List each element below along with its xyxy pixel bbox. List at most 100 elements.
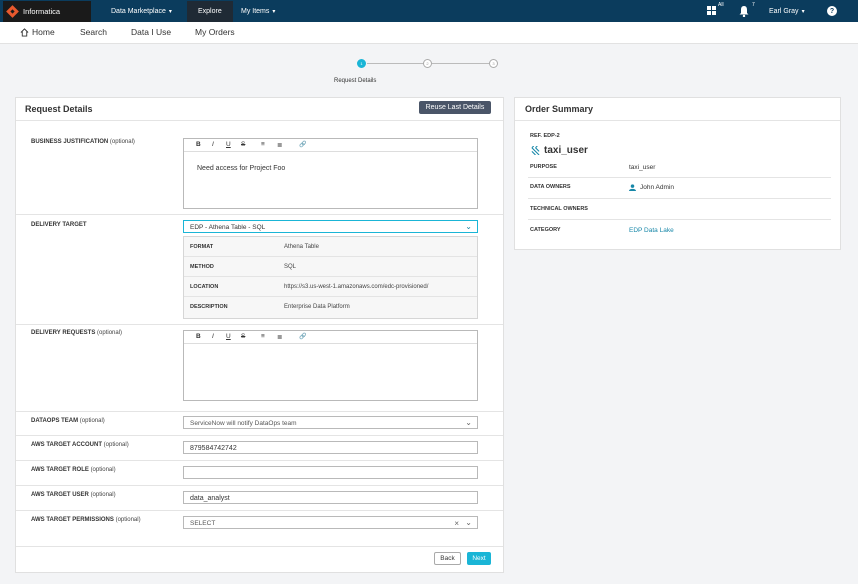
optional-tag: (optional) <box>97 330 123 336</box>
dataops-team-label: DATAOPS TEAM (optional) <box>31 418 105 424</box>
data-i-use-link[interactable]: Data I Use <box>131 27 171 37</box>
detail-key: FORMAT <box>190 244 214 250</box>
business-justification-editor[interactable]: B I U S ≡ ≣ 🔗 Need access for Project Fo… <box>183 138 478 209</box>
bold-button[interactable]: B <box>196 333 201 340</box>
help-icon[interactable]: ? <box>827 6 837 16</box>
chevron-down-icon: ▾ <box>272 9 276 15</box>
dataops-team-label-text: DATAOPS TEAM <box>31 418 79 424</box>
delivery-target-select[interactable]: EDP - Athena Table - SQL ⌄ <box>183 220 478 233</box>
dataops-team-value: ServiceNow will notify DataOps team <box>190 420 297 427</box>
data-owner-name: John Admin <box>640 184 674 191</box>
detail-row: METHOD SQL <box>184 257 477 277</box>
aws-target-account-label-text: AWS TARGET ACCOUNT <box>31 442 102 448</box>
delivery-requests-label-text: DELIVERY REQUESTS <box>31 330 96 336</box>
data-owner-link[interactable]: John Admin <box>629 184 674 191</box>
stepper-line <box>432 63 489 64</box>
nav-data-marketplace-label: Data Marketplace <box>111 8 166 15</box>
stepper-line <box>367 63 424 64</box>
order-reference: REF. EDP-2 <box>530 133 560 139</box>
chevron-down-icon: ▾ <box>801 9 805 15</box>
ordered-list-button[interactable]: ≡ <box>261 333 265 340</box>
nav-my-items[interactable]: My Items ▾ <box>241 1 275 22</box>
delivery-requests-editor[interactable]: B I U S ≡ ≣ 🔗 <box>183 330 478 401</box>
delivery-target-label: DELIVERY TARGET <box>31 222 87 228</box>
nav-my-items-label: My Items <box>241 8 270 15</box>
business-justification-text: Need access for Project Foo <box>197 165 286 172</box>
clear-icon[interactable]: × <box>454 519 459 528</box>
reuse-last-details-button[interactable]: Reuse Last Details <box>419 101 491 114</box>
dataops-team-select[interactable]: ServiceNow will notify DataOps team ⌄ <box>183 416 478 429</box>
detail-key: LOCATION <box>190 284 219 290</box>
order-summary-title: Order Summary <box>525 104 594 114</box>
search-link[interactable]: Search <box>80 27 107 37</box>
aws-target-permissions-value: SELECT <box>190 520 216 527</box>
underline-button[interactable]: U <box>226 141 231 148</box>
user-menu[interactable]: Earl Gray ▾ <box>769 1 805 22</box>
bullet-list-button[interactable]: ≣ <box>277 333 282 341</box>
italic-button[interactable]: I <box>212 141 214 148</box>
step-3[interactable]: 3 <box>489 59 498 68</box>
top-navigation-bar: Informatica Data Marketplace ▾ Explore M… <box>0 0 858 22</box>
step-2[interactable]: 2 <box>423 59 432 68</box>
home-link[interactable]: Home <box>20 27 55 37</box>
divider <box>16 485 503 486</box>
aws-target-user-label-text: AWS TARGET USER <box>31 492 89 498</box>
detail-value: https://s3.us-west-1.amazonaws.com/edc-p… <box>284 284 429 290</box>
optional-tag: (optional) <box>103 442 129 448</box>
chevron-down-icon: ▾ <box>168 9 172 15</box>
ordered-list-button[interactable]: ≡ <box>261 141 265 148</box>
home-label: Home <box>32 27 55 37</box>
chevron-down-icon: ⌄ <box>465 418 472 427</box>
order-name-text: taxi_user <box>544 145 588 156</box>
delivery-target-details: FORMAT Athena Table METHOD SQL LOCATION … <box>183 236 478 319</box>
optional-tag: (optional) <box>90 492 116 498</box>
category-link[interactable]: EDP Data Lake <box>629 227 674 234</box>
divider <box>16 411 503 412</box>
divider <box>16 214 503 215</box>
divider <box>528 219 831 220</box>
aws-target-account-value: 879584742742 <box>190 445 237 452</box>
purpose-label: PURPOSE <box>530 164 557 170</box>
optional-tag: (optional) <box>90 467 116 473</box>
aws-target-user-input[interactable]: data_analyst <box>183 491 478 504</box>
asset-filter-icon[interactable] <box>707 6 717 19</box>
notification-count: 7 <box>752 2 755 8</box>
delivery-target-value: EDP - Athena Table - SQL <box>190 224 266 231</box>
step-1[interactable]: 1 <box>357 59 366 68</box>
bell-icon[interactable] <box>739 6 749 20</box>
my-orders-link[interactable]: My Orders <box>195 27 235 37</box>
informatica-logo[interactable]: Informatica <box>3 1 91 22</box>
aws-target-role-label-text: AWS TARGET ROLE <box>31 467 89 473</box>
editor-toolbar: B I U S ≡ ≣ 🔗 <box>184 331 477 344</box>
back-button[interactable]: Back <box>434 552 461 565</box>
request-details-title: Request Details <box>25 104 93 114</box>
italic-button[interactable]: I <box>212 333 214 340</box>
link-button[interactable]: 🔗 <box>299 141 306 148</box>
detail-key: DESCRIPTION <box>190 304 228 310</box>
business-justification-label-text: BUSINESS JUSTIFICATION <box>31 139 109 145</box>
chevron-down-icon: ⌄ <box>465 518 472 527</box>
underline-button[interactable]: U <box>226 333 231 340</box>
aws-target-user-label: AWS TARGET USER (optional) <box>31 492 116 498</box>
aws-target-role-input[interactable] <box>183 466 478 479</box>
next-button[interactable]: Next <box>467 552 491 565</box>
nav-explore[interactable]: Explore <box>187 1 233 22</box>
strikethrough-button[interactable]: S <box>241 141 245 148</box>
bold-button[interactable]: B <box>196 141 201 148</box>
all-badge: All <box>718 2 724 8</box>
chevron-down-icon: ⌄ <box>465 222 472 231</box>
strikethrough-button[interactable]: S <box>241 333 245 340</box>
delivery-requests-label: DELIVERY REQUESTS (optional) <box>31 330 122 336</box>
optional-tag: (optional) <box>115 517 141 523</box>
aws-target-account-label: AWS TARGET ACCOUNT (optional) <box>31 442 129 448</box>
divider <box>16 120 503 121</box>
home-icon <box>20 27 29 37</box>
bullet-list-button[interactable]: ≣ <box>277 141 282 149</box>
divider <box>528 198 831 199</box>
link-button[interactable]: 🔗 <box>299 333 306 340</box>
nav-data-marketplace[interactable]: Data Marketplace ▾ <box>111 1 172 22</box>
aws-target-permissions-select[interactable]: SELECT × ⌄ <box>183 516 478 529</box>
secondary-navigation: Home Search Data I Use My Orders <box>0 22 858 44</box>
aws-target-account-input[interactable]: 879584742742 <box>183 441 478 454</box>
detail-value: Athena Table <box>284 244 319 250</box>
